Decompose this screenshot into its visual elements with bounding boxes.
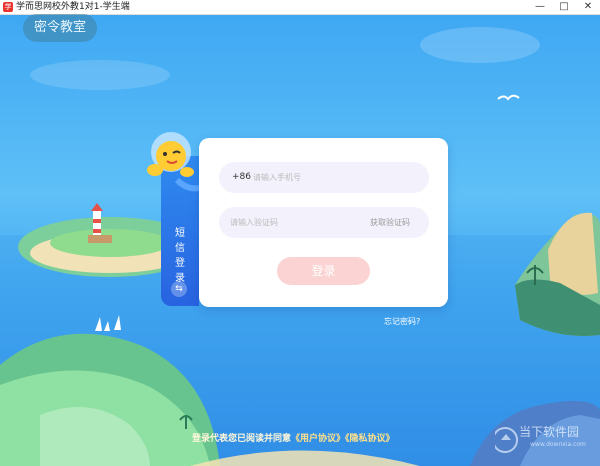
close-button[interactable]: ✕	[576, 0, 600, 14]
agreement-prefix: 登录代表您已阅读并同意	[192, 434, 292, 444]
user-agreement-link[interactable]: 《用户协议》	[291, 434, 345, 444]
mascot-icon	[147, 132, 200, 192]
country-code[interactable]: +86	[232, 162, 251, 193]
minimize-button[interactable]: —	[528, 0, 552, 14]
app-logo-icon: 学	[3, 2, 13, 12]
get-code-button[interactable]: 获取验证码	[370, 207, 410, 238]
title-bar: 学 学而思网校外教1对1-学生端 — □ ✕	[0, 0, 600, 15]
watermark-url: www.downxia.com	[530, 441, 586, 448]
secret-classroom-button[interactable]: 密令教室	[23, 14, 97, 42]
phone-input[interactable]	[253, 162, 413, 193]
maximize-button[interactable]: □	[552, 0, 576, 14]
agreement-notice: 登录代表您已阅读并同意《用户协议》《隐私协议》	[192, 433, 395, 445]
forgot-password-link[interactable]: 忘记密码?	[384, 317, 420, 327]
switch-login-mode-icon[interactable]: ⇆	[171, 281, 187, 297]
login-button[interactable]: 登录	[277, 257, 370, 285]
verification-code-input[interactable]	[230, 207, 360, 238]
watermark-text: 当下软件园	[519, 425, 580, 439]
seagull-icon	[497, 94, 520, 101]
privacy-agreement-link[interactable]: 《隐私协议》	[345, 434, 395, 444]
window-title: 学而思网校外教1对1-学生端	[16, 2, 130, 12]
app-window: 学 学而思网校外教1对1-学生端 — □ ✕ 密令教室 短信登录 ⇆ +86 请…	[0, 0, 600, 466]
